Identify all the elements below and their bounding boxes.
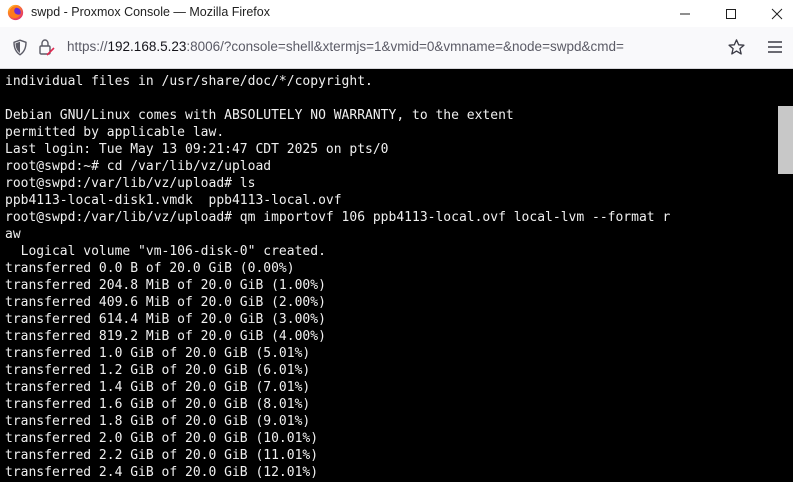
- firefox-logo-icon: [7, 4, 24, 21]
- terminal-line: Logical volume "vm-106-disk-0" created.: [5, 244, 326, 259]
- terminal-line: transferred 819.2 MiB of 20.0 GiB (4.00%…: [5, 329, 326, 344]
- url-scheme: https://: [67, 39, 108, 54]
- hamburger-menu-icon[interactable]: [767, 40, 783, 54]
- terminal-line: Debian GNU/Linux comes with ABSOLUTELY N…: [5, 108, 514, 123]
- terminal-output: individual files in /usr/share/doc/*/cop…: [5, 73, 775, 481]
- terminal-line: transferred 1.6 GiB of 20.0 GiB (8.01%): [5, 397, 311, 412]
- terminal-line: permitted by applicable law.: [5, 125, 225, 140]
- minimize-button[interactable]: [662, 0, 708, 27]
- terminal-line: transferred 1.2 GiB of 20.0 GiB (6.01%): [5, 363, 311, 378]
- terminal-line: individual files in /usr/share/doc/*/cop…: [5, 74, 373, 89]
- terminal-line: transferred 0.0 B of 20.0 GiB (0.00%): [5, 261, 295, 276]
- terminal-line: transferred 2.2 GiB of 20.0 GiB (11.01%): [5, 448, 319, 463]
- terminal-line: transferred 1.8 GiB of 20.0 GiB (9.01%): [5, 414, 311, 429]
- terminal-scrollbar-thumb[interactable]: [778, 106, 793, 174]
- terminal-line: transferred 2.4 GiB of 20.0 GiB (12.01%): [5, 465, 319, 480]
- terminal-line: root@swpd:/var/lib/vz/upload# qm importo…: [5, 210, 671, 225]
- terminal-line: transferred 409.6 MiB of 20.0 GiB (2.00%…: [5, 295, 326, 310]
- terminal-line: Last login: Tue May 13 09:21:47 CDT 2025…: [5, 142, 389, 157]
- close-icon: [771, 8, 783, 19]
- address-bar[interactable]: https://192.168.5.23:8006/?console=shell…: [0, 27, 793, 69]
- shield-icon[interactable]: [12, 39, 28, 56]
- terminal-line: root@swpd:~# cd /var/lib/vz/upload: [5, 159, 272, 174]
- bookmark-star-icon[interactable]: [727, 38, 746, 57]
- terminal-line: transferred 204.8 MiB of 20.0 GiB (1.00%…: [5, 278, 326, 293]
- window-title: swpd - Proxmox Console — Mozilla Firefox: [31, 5, 270, 19]
- terminal-line: transferred 2.0 GiB of 20.0 GiB (10.01%): [5, 431, 319, 446]
- lock-icon[interactable]: [37, 38, 55, 57]
- terminal-line: transferred 1.0 GiB of 20.0 GiB (5.01%): [5, 346, 311, 361]
- terminal-line: transferred 614.4 MiB of 20.0 GiB (3.00%…: [5, 312, 326, 327]
- url-host: 192.168.5.23: [107, 39, 187, 54]
- window-titlebar: swpd - Proxmox Console — Mozilla Firefox: [0, 0, 793, 27]
- url-field[interactable]: https://192.168.5.23:8006/?console=shell…: [67, 39, 624, 54]
- maximize-icon: [726, 8, 736, 19]
- maximize-button[interactable]: [708, 0, 754, 27]
- url-path: :8006/?console=shell&xtermjs=1&vmid=0&vm…: [186, 39, 624, 54]
- terminal-line: ppb4113-local-disk1.vmdk ppb4113-local.o…: [5, 193, 342, 208]
- terminal-console[interactable]: individual files in /usr/share/doc/*/cop…: [0, 69, 793, 482]
- close-button[interactable]: [754, 0, 793, 27]
- terminal-line: transferred 1.4 GiB of 20.0 GiB (7.01%): [5, 380, 311, 395]
- minimize-icon: [680, 13, 690, 14]
- terminal-line: root@swpd:/var/lib/vz/upload# ls: [5, 176, 256, 191]
- terminal-line: aw: [5, 227, 21, 242]
